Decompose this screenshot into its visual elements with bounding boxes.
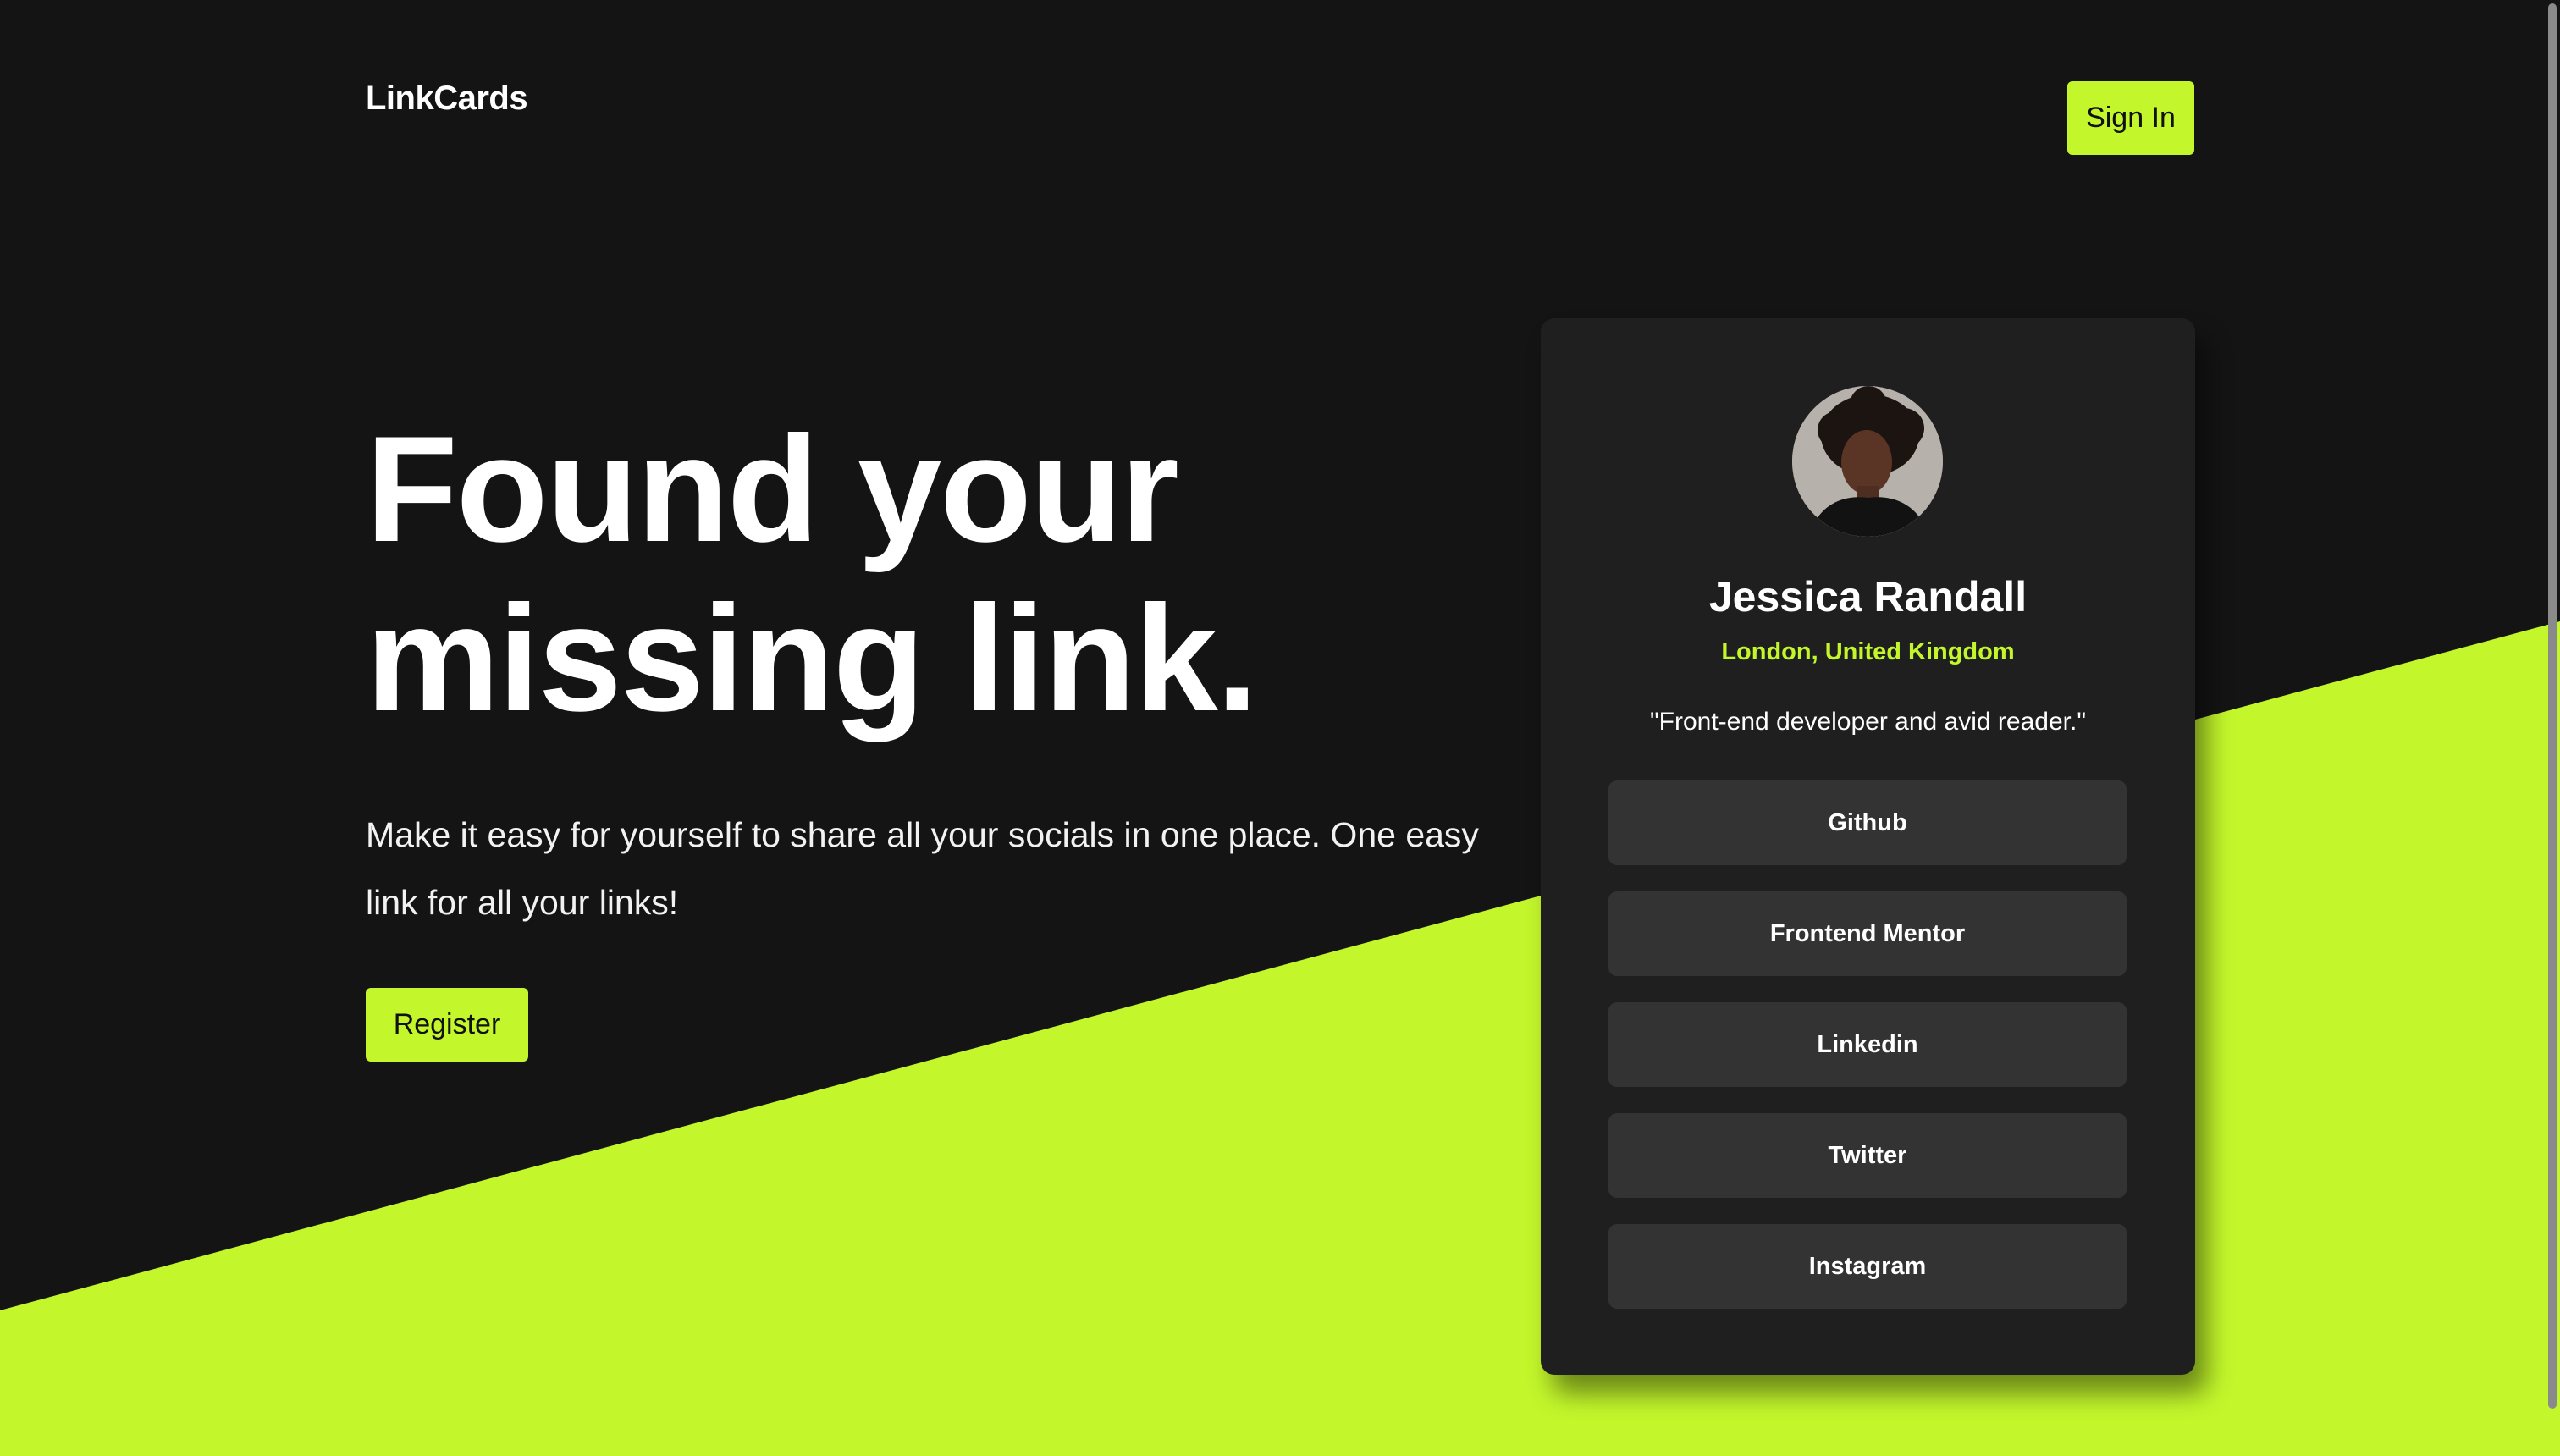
link-frontend-mentor[interactable]: Frontend Mentor bbox=[1608, 891, 2127, 976]
link-twitter[interactable]: Twitter bbox=[1608, 1113, 2127, 1198]
hero-title: Found your missing link. bbox=[366, 405, 1382, 743]
avatar-portrait-icon bbox=[1792, 386, 1943, 537]
profile-location: London, United Kingdom bbox=[1721, 638, 2015, 665]
hero-description: Make it easy for yourself to share all y… bbox=[366, 815, 1479, 922]
link-linkedin[interactable]: Linkedin bbox=[1608, 1002, 2127, 1087]
profile-links: Github Frontend Mentor Linkedin Twitter … bbox=[1608, 780, 2127, 1335]
sign-in-button[interactable]: Sign In bbox=[2067, 81, 2194, 155]
hero-title-line-2: missing link. bbox=[366, 574, 1258, 742]
brand-logo[interactable]: LinkCards bbox=[366, 80, 528, 118]
register-button[interactable]: Register bbox=[366, 988, 528, 1062]
profile-bio: "Front-end developer and avid reader." bbox=[1650, 708, 2086, 736]
link-github[interactable]: Github bbox=[1608, 780, 2127, 865]
hero-title-line-1: Found your bbox=[366, 405, 1179, 573]
profile-card: Jessica Randall London, United Kingdom "… bbox=[1541, 318, 2195, 1375]
profile-name: Jessica Randall bbox=[1708, 573, 2028, 620]
scrollbar-thumb[interactable] bbox=[2548, 3, 2557, 1409]
avatar bbox=[1792, 386, 1943, 537]
scrollbar[interactable] bbox=[2543, 0, 2560, 1456]
link-instagram[interactable]: Instagram bbox=[1608, 1224, 2127, 1309]
